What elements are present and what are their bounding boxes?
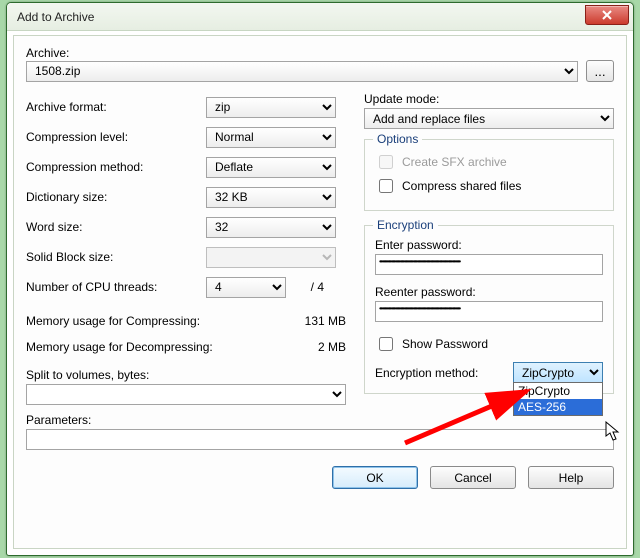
show-password-label: Show Password <box>402 337 488 351</box>
shared-checkbox[interactable] <box>379 179 393 193</box>
update-select[interactable]: Add and replace files <box>364 108 614 129</box>
options-legend: Options <box>373 132 422 146</box>
threads-label: Number of CPU threads: <box>26 280 206 294</box>
password-field[interactable]: ••••••••••••••••••••••••••••••••••••••••… <box>375 254 603 275</box>
enc-method-select[interactable]: ZipCrypto <box>513 362 603 383</box>
password2-field[interactable]: ••••••••••••••••••••••••••••••••••••••••… <box>375 301 603 322</box>
titlebar: Add to Archive <box>7 3 633 31</box>
archive-label: Archive: <box>26 46 614 60</box>
split-combo[interactable] <box>26 384 346 405</box>
method-select[interactable]: Deflate <box>206 157 336 178</box>
enc-method-label: Encryption method: <box>375 366 505 380</box>
threads-select[interactable]: 4 <box>206 277 286 298</box>
sfx-checkbox <box>379 155 393 169</box>
split-label: Split to volumes, bytes: <box>26 368 346 382</box>
show-password-checkbox[interactable] <box>379 337 393 351</box>
memd-label: Memory usage for Decompressing: <box>26 340 286 354</box>
password2-label: Reenter password: <box>375 285 603 299</box>
close-button[interactable] <box>585 5 629 25</box>
encryption-legend: Encryption <box>373 218 438 232</box>
word-label: Word size: <box>26 220 206 234</box>
right-column: Update mode: Add and replace files Optio… <box>364 92 614 405</box>
memd-value: 2 MB <box>286 340 346 354</box>
level-select[interactable]: Normal <box>206 127 336 148</box>
enc-method-dropdown: ZipCrypto AES-256 <box>513 382 603 416</box>
options-group: Options Create SFX archive Compress shar… <box>364 139 614 211</box>
button-bar: OK Cancel Help <box>14 456 626 499</box>
show-password-row[interactable]: Show Password <box>375 334 603 354</box>
cancel-button[interactable]: Cancel <box>430 466 516 489</box>
shared-label: Compress shared files <box>402 179 521 193</box>
word-select[interactable]: 32 <box>206 217 336 238</box>
ellipsis-icon: ... <box>594 64 605 79</box>
help-button[interactable]: Help <box>528 466 614 489</box>
left-column: Archive format: zip Compression level: N… <box>26 92 346 405</box>
format-select[interactable]: zip <box>206 97 336 118</box>
shared-checkbox-row[interactable]: Compress shared files <box>375 176 603 196</box>
memc-value: 131 MB <box>286 314 346 328</box>
format-label: Archive format: <box>26 100 206 114</box>
memc-label: Memory usage for Compressing: <box>26 314 286 328</box>
dict-select[interactable]: 32 KB <box>206 187 336 208</box>
close-icon <box>601 10 613 20</box>
archive-path-combo[interactable]: 1508.zip <box>26 61 578 82</box>
sfx-checkbox-row: Create SFX archive <box>375 152 603 172</box>
method-label: Compression method: <box>26 160 206 174</box>
enc-option-aes256[interactable]: AES-256 <box>514 399 602 415</box>
window-title: Add to Archive <box>17 10 585 24</box>
dialog-window: Add to Archive Archive: 1508.zip ... Arc… <box>6 2 634 556</box>
threads-total: / 4 <box>296 280 324 294</box>
dialog-content: Archive: 1508.zip ... Archive format: zi… <box>13 35 627 549</box>
enc-option-zipcrypto[interactable]: ZipCrypto <box>514 383 602 399</box>
encryption-group: Encryption Enter password: •••••••••••••… <box>364 225 614 394</box>
sfx-label: Create SFX archive <box>402 155 507 169</box>
block-select <box>206 247 336 268</box>
browse-button[interactable]: ... <box>586 60 614 82</box>
block-label: Solid Block size: <box>26 250 206 264</box>
level-label: Compression level: <box>26 130 206 144</box>
update-label: Update mode: <box>364 92 614 106</box>
ok-button[interactable]: OK <box>332 466 418 489</box>
params-input[interactable] <box>26 429 614 450</box>
password-label: Enter password: <box>375 238 603 252</box>
dict-label: Dictionary size: <box>26 190 206 204</box>
